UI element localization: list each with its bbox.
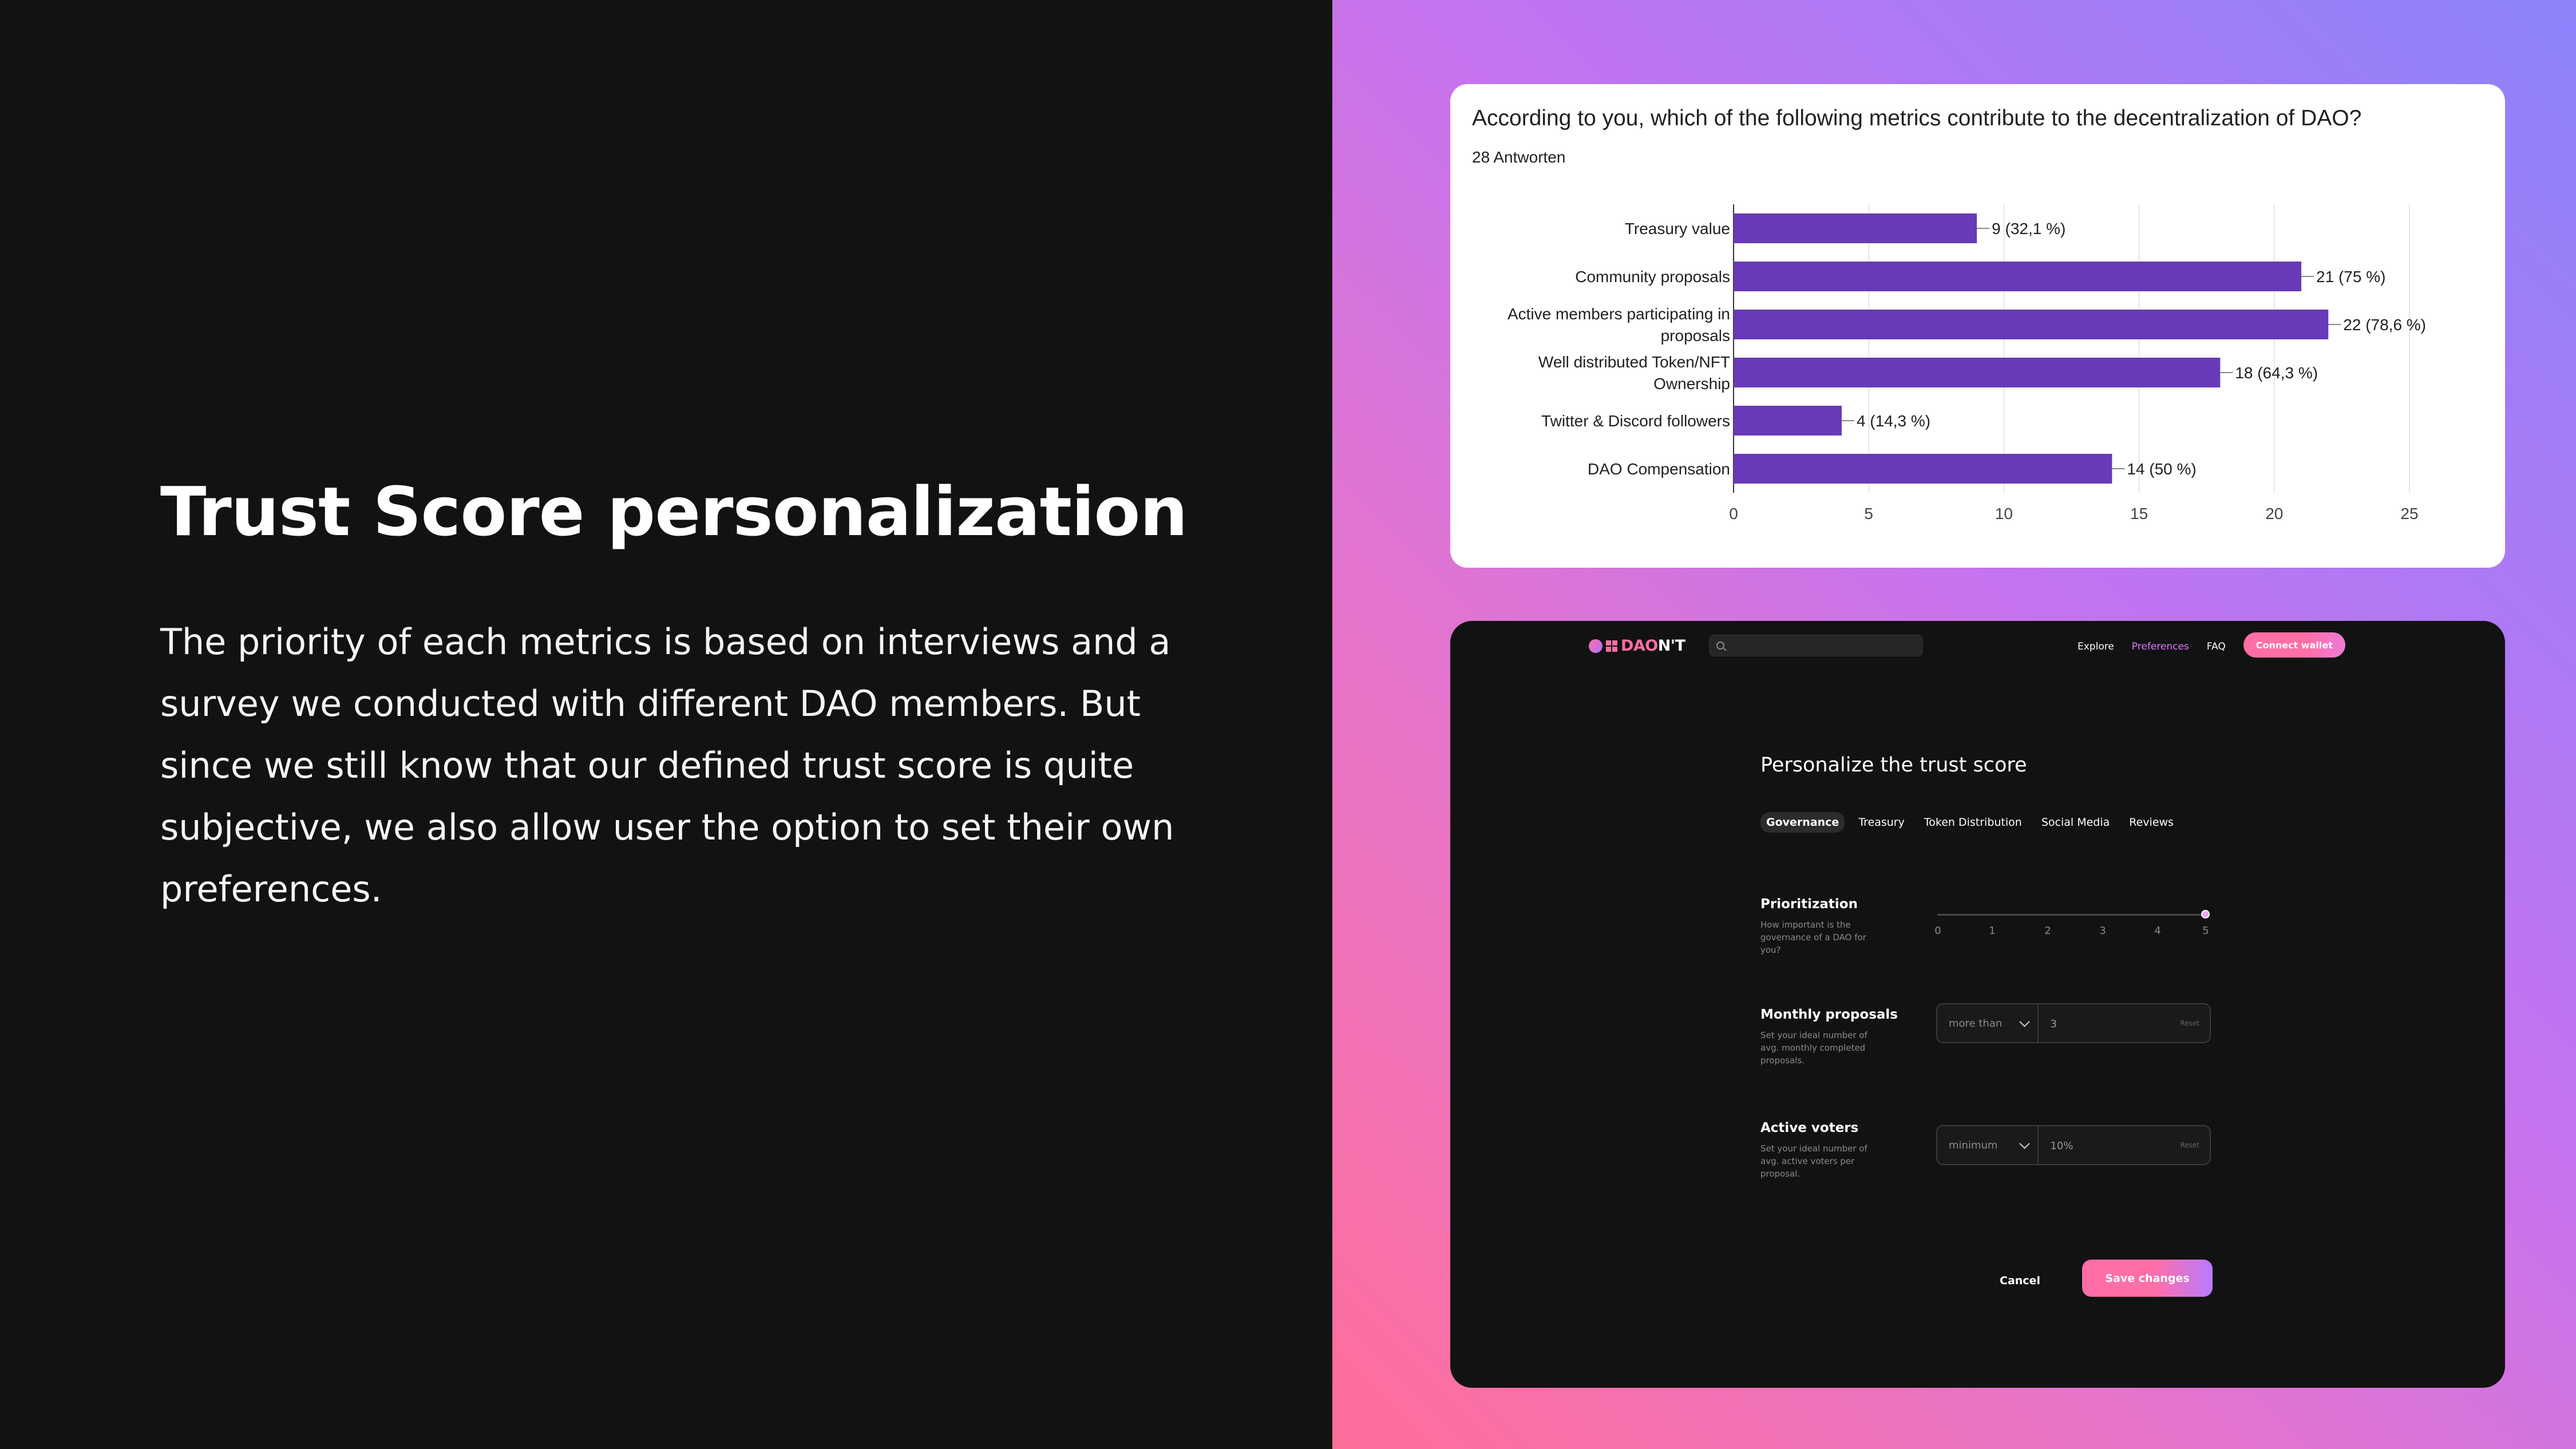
bar	[1734, 213, 1977, 243]
category-label: Twitter & Discord followers	[1541, 412, 1730, 430]
data-label: 14 (50 %)	[2127, 460, 2196, 478]
x-tick-label: 10	[1995, 505, 2013, 522]
bar	[1734, 310, 2329, 339]
slide-title: Trust Score personalization	[160, 472, 1188, 551]
prioritization-description: How important is the governance of a DAO…	[1760, 920, 1866, 955]
active-voters-select[interactable]: minimum	[1937, 1126, 2039, 1164]
chevron-down-icon	[2019, 1138, 2031, 1149]
reset-link[interactable]: Reset	[2180, 1019, 2199, 1027]
x-tick-label: 0	[1729, 505, 1738, 522]
survey-results-card: According to you, which of the following…	[1450, 84, 2505, 568]
search-input[interactable]	[1730, 639, 1904, 652]
logo-brand: DAO	[1621, 637, 1658, 655]
category-label: Well distributed Token/NFT Ownership	[1538, 353, 1730, 393]
monthly-proposals-description: Set your ideal number of avg. monthly co…	[1760, 1030, 1867, 1066]
bar	[1734, 406, 1842, 436]
category-label: DAO Compensation	[1588, 460, 1730, 478]
monthly-proposals-input-group: more than Reset	[1936, 1003, 2211, 1043]
category-label: Active members participating in proposals	[1507, 305, 1730, 345]
grid-logo-icon	[1606, 640, 1617, 652]
prioritization-label: Prioritization	[1760, 897, 1858, 912]
active-voters-label: Active voters	[1760, 1121, 1859, 1135]
tab-treasury[interactable]: Treasury	[1853, 812, 1910, 833]
category-label: Community proposals	[1575, 268, 1730, 286]
tab-governance[interactable]: Governance	[1760, 812, 1845, 833]
x-tick-label: 15	[2130, 505, 2148, 522]
active-voters-description: Set your ideal number of avg. active vot…	[1760, 1143, 1867, 1179]
connect-wallet-button[interactable]: Connect wallet	[2243, 632, 2345, 658]
nav-explore[interactable]: Explore	[2078, 637, 2114, 656]
slider-tick: 2	[2044, 925, 2051, 937]
save-changes-button[interactable]: Save changes	[2082, 1260, 2213, 1297]
page-title: Personalize the trust score	[1760, 754, 2027, 777]
tab-social-media[interactable]: Social Media	[2036, 812, 2115, 833]
data-label: 18 (64,3 %)	[2235, 364, 2318, 382]
slider-track[interactable]	[1937, 914, 2209, 916]
slider-tick: 4	[2154, 925, 2161, 937]
slide-body: The priority of each metrics is based on…	[160, 621, 1174, 910]
check-badge-icon	[1589, 639, 1602, 653]
active-voters-input-group: minimum Reset	[1936, 1125, 2211, 1165]
active-voters-input[interactable]	[2039, 1126, 2181, 1164]
bar	[1734, 262, 2302, 291]
select-value: minimum	[1949, 1139, 1998, 1151]
x-tick-label: 25	[2400, 505, 2418, 522]
x-tick-label: 5	[1864, 505, 1873, 522]
data-label: 21 (75 %)	[2316, 268, 2385, 286]
cancel-button[interactable]: Cancel	[2000, 1263, 2040, 1298]
logo-text: DAON'T	[1621, 637, 1685, 655]
logo-suffix: N'T	[1657, 637, 1685, 655]
top-nav: Explore Preferences FAQ Connect wallet	[2078, 632, 2345, 658]
prioritization-slider[interactable]: 0 1 2 3 4 5	[1934, 904, 2210, 939]
left-panel: Trust Score personalization The priority…	[0, 0, 1332, 1449]
data-label: 9 (32,1 %)	[1992, 220, 2065, 237]
monthly-proposals-input[interactable]	[2039, 1004, 2181, 1042]
monthly-proposals-select[interactable]: more than	[1937, 1004, 2039, 1042]
tab-token-distribution[interactable]: Token Distribution	[1918, 812, 2028, 833]
chevron-down-icon	[2019, 1016, 2031, 1027]
data-label: 22 (78,6 %)	[2343, 316, 2426, 334]
slider-thumb[interactable]	[2201, 910, 2210, 919]
bar	[1734, 358, 2221, 387]
app-logo[interactable]: DAON'T	[1589, 637, 1685, 655]
reset-link[interactable]: Reset	[2180, 1141, 2199, 1149]
bar	[1734, 454, 2112, 484]
search-bar[interactable]	[1709, 635, 1923, 656]
slider-tick: 1	[1989, 925, 1996, 937]
slider-tick: 5	[2202, 925, 2209, 937]
category-label: Treasury value	[1625, 220, 1730, 237]
x-tick-label: 20	[2265, 505, 2283, 522]
survey-bar-chart: 0 5 10 15 20 25 9 (32,1 %) Treasury value 21 (75…	[1507, 204, 2426, 522]
search-icon	[1716, 642, 1724, 650]
slider-tick: 0	[1934, 925, 1941, 937]
select-value: more than	[1949, 1017, 2003, 1030]
slider-tick: 3	[2099, 925, 2106, 937]
nav-faq[interactable]: FAQ	[2207, 637, 2226, 656]
app-preview-card: DAON'T Explore Preferences FAQ Connect w…	[1450, 621, 2505, 1388]
data-label: 4 (14,3 %)	[1857, 412, 1930, 430]
tab-reviews[interactable]: Reviews	[2123, 812, 2179, 833]
settings-tabs: Governance Treasury Token Distribution S…	[1760, 812, 2179, 833]
nav-preferences[interactable]: Preferences	[2132, 637, 2189, 656]
monthly-proposals-label: Monthly proposals	[1760, 1007, 1898, 1022]
